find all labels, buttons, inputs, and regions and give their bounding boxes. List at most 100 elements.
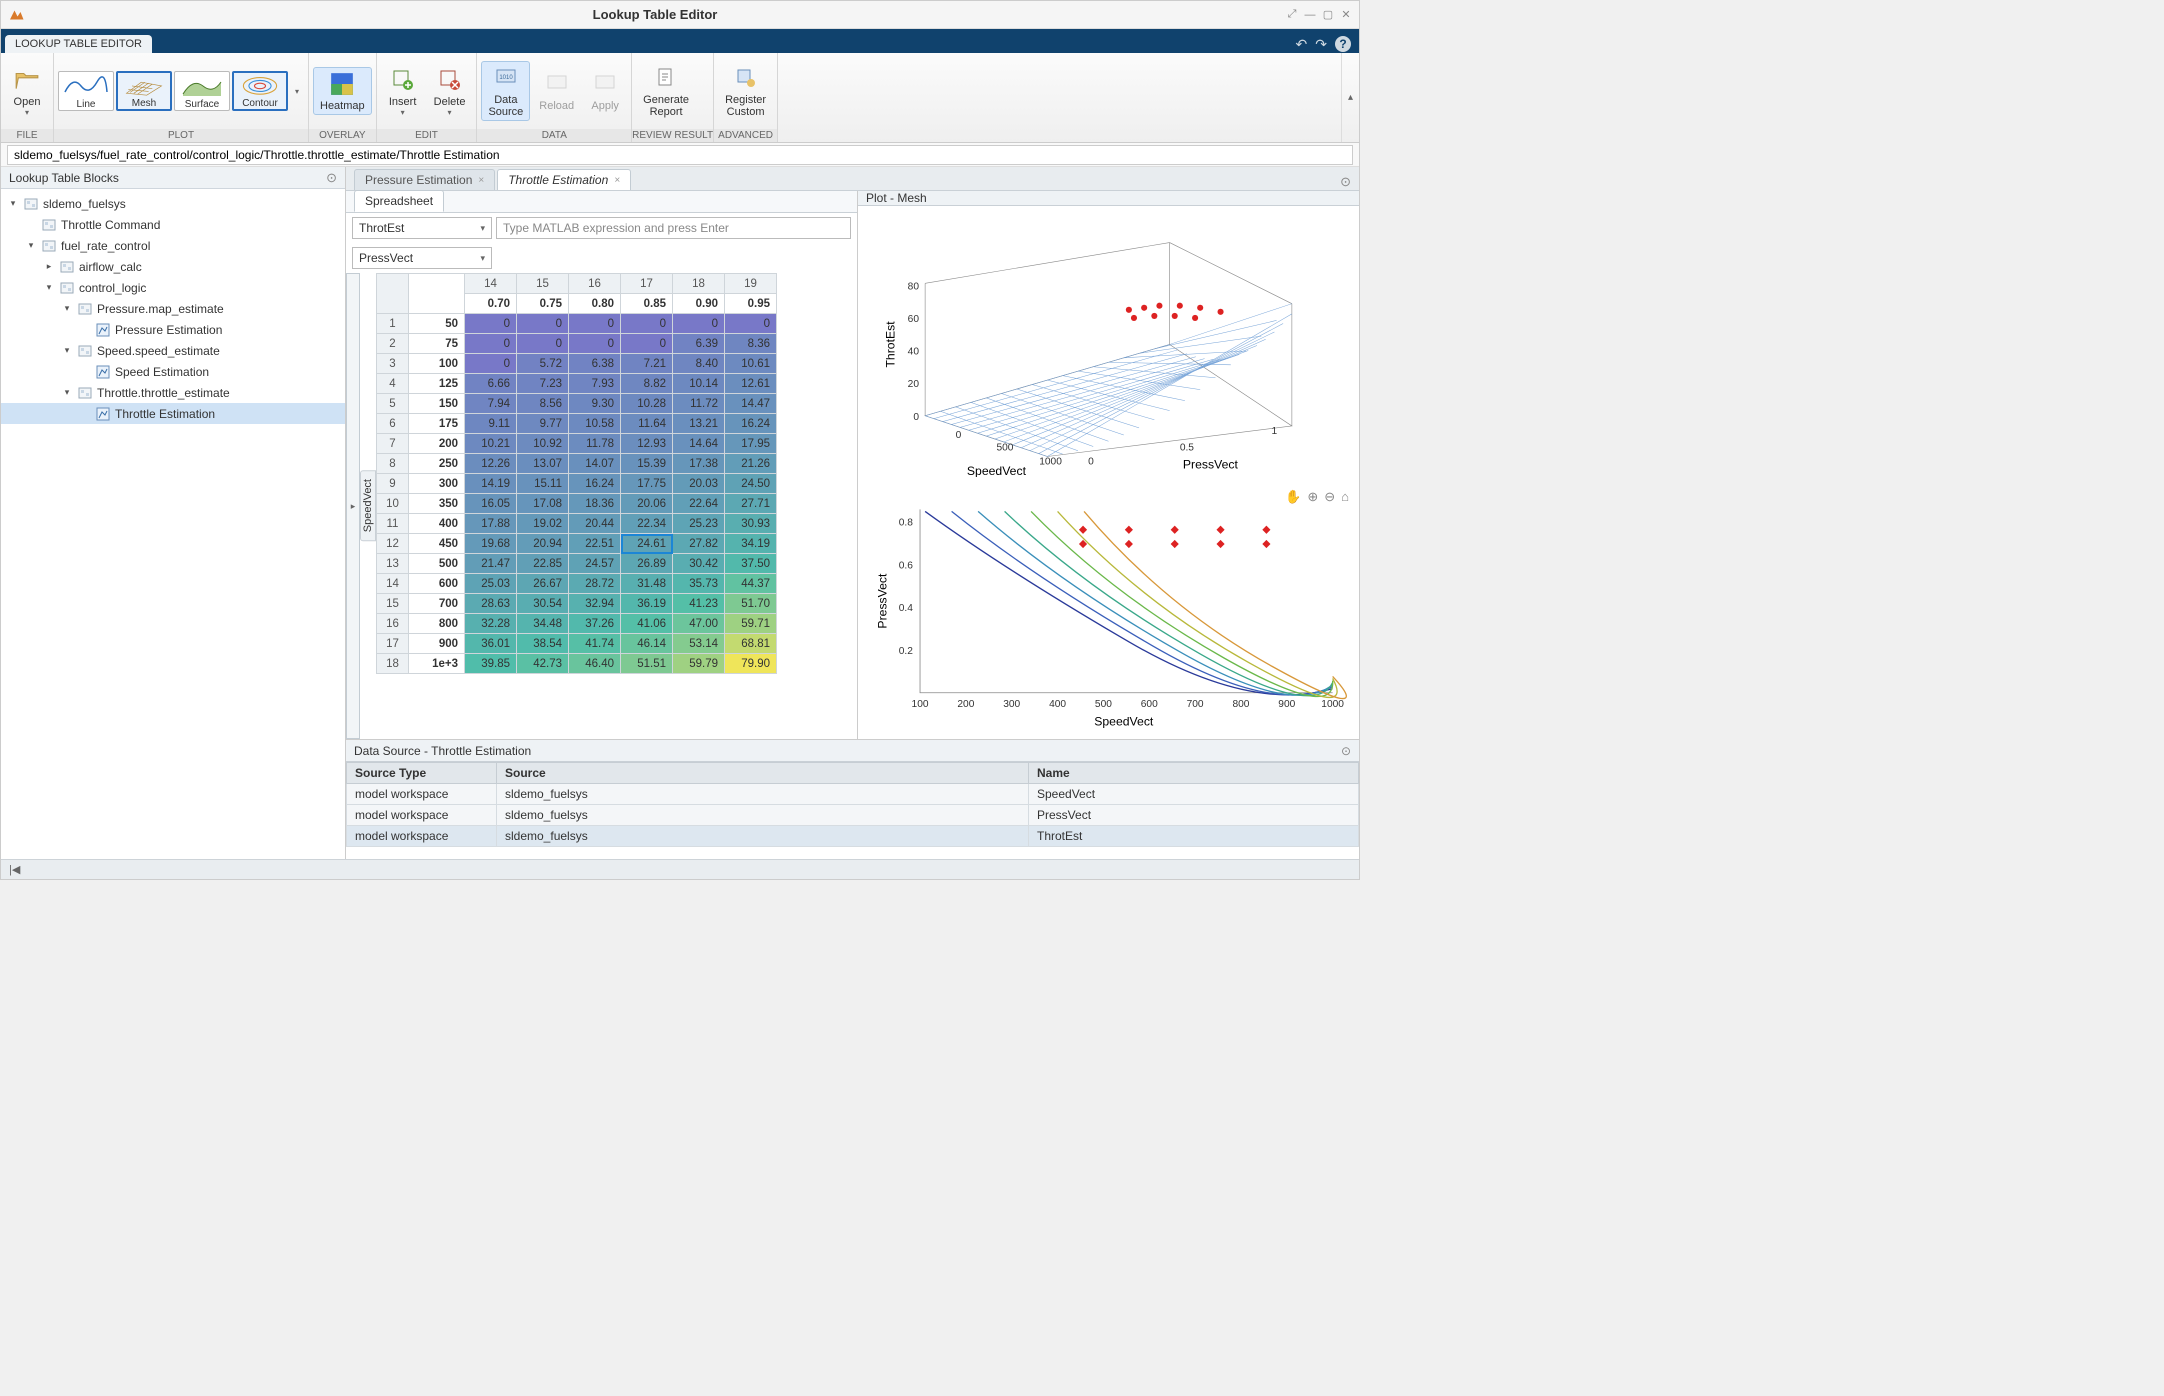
row-index-header[interactable]: 1 xyxy=(377,314,409,334)
window-close-icon[interactable]: ✕ xyxy=(1339,8,1353,22)
row-breakpoint[interactable]: 125 xyxy=(409,374,465,394)
table-cell[interactable]: 30.54 xyxy=(517,594,569,614)
col-index-header[interactable]: 15 xyxy=(517,274,569,294)
table-cell[interactable]: 5.72 xyxy=(517,354,569,374)
row-breakpoint[interactable]: 100 xyxy=(409,354,465,374)
table-cell[interactable]: 14.19 xyxy=(465,474,517,494)
row-breakpoint[interactable]: 200 xyxy=(409,434,465,454)
table-cell[interactable]: 9.77 xyxy=(517,414,569,434)
tree-node[interactable]: Speed Estimation xyxy=(1,361,345,382)
ribbon-collapse-button[interactable]: ▴ xyxy=(1341,53,1359,142)
row-breakpoint[interactable]: 300 xyxy=(409,474,465,494)
table-cell[interactable]: 34.19 xyxy=(725,534,777,554)
ds-row[interactable]: model workspacesldemo_fuelsysThrotEst xyxy=(347,826,1359,847)
table-cell[interactable]: 16.05 xyxy=(465,494,517,514)
ribbon-tab-lookup[interactable]: LOOKUP TABLE EDITOR xyxy=(5,35,152,53)
tree-caret-icon[interactable]: ▾ xyxy=(7,198,19,209)
tree-caret-icon[interactable]: ▾ xyxy=(61,345,73,356)
col-breakpoint[interactable]: 0.95 xyxy=(725,294,777,314)
contour-plot[interactable]: 10020030040050060070080090010000.20.40.6… xyxy=(864,489,1353,734)
table-cell[interactable]: 59.79 xyxy=(673,654,725,674)
col-axis-combo[interactable]: PressVect▾ xyxy=(352,247,492,269)
table-cell[interactable]: 46.40 xyxy=(569,654,621,674)
col-breakpoint[interactable]: 0.75 xyxy=(517,294,569,314)
table-cell[interactable]: 9.11 xyxy=(465,414,517,434)
table-cell[interactable]: 47.00 xyxy=(673,614,725,634)
row-index-header[interactable]: 14 xyxy=(377,574,409,594)
tree-node[interactable]: Throttle Estimation xyxy=(1,403,345,424)
table-cell[interactable]: 24.57 xyxy=(569,554,621,574)
table-cell[interactable]: 20.94 xyxy=(517,534,569,554)
tab-pressure-estimation[interactable]: Pressure Estimation× xyxy=(354,169,495,190)
help-icon[interactable]: ? xyxy=(1335,36,1351,52)
table-cell[interactable]: 10.28 xyxy=(621,394,673,414)
nav-back-icon[interactable]: |◀ xyxy=(9,863,20,876)
table-cell[interactable]: 42.73 xyxy=(517,654,569,674)
ds-header-type[interactable]: Source Type xyxy=(347,763,497,784)
table-cell[interactable]: 15.39 xyxy=(621,454,673,474)
data-source-button[interactable]: 1010 Data Source xyxy=(481,61,530,121)
table-cell[interactable]: 0 xyxy=(517,334,569,354)
table-cell[interactable]: 16.24 xyxy=(569,474,621,494)
breadcrumb-path-input[interactable] xyxy=(7,145,1353,165)
table-cell[interactable]: 59.71 xyxy=(725,614,777,634)
spreadsheet-tab[interactable]: Spreadsheet xyxy=(354,190,444,212)
table-cell[interactable]: 37.26 xyxy=(569,614,621,634)
window-restore-icon[interactable]: ⤢ xyxy=(1285,8,1299,22)
table-cell[interactable]: 6.39 xyxy=(673,334,725,354)
col-index-header[interactable]: 17 xyxy=(621,274,673,294)
table-cell[interactable]: 17.95 xyxy=(725,434,777,454)
table-cell[interactable]: 21.26 xyxy=(725,454,777,474)
table-cell[interactable]: 14.47 xyxy=(725,394,777,414)
table-cell[interactable]: 46.14 xyxy=(621,634,673,654)
row-breakpoint[interactable]: 150 xyxy=(409,394,465,414)
close-tab-icon[interactable]: × xyxy=(478,175,484,186)
col-index-header[interactable]: 16 xyxy=(569,274,621,294)
table-cell[interactable]: 10.61 xyxy=(725,354,777,374)
table-cell[interactable]: 10.58 xyxy=(569,414,621,434)
table-cell[interactable]: 22.85 xyxy=(517,554,569,574)
table-cell[interactable]: 12.93 xyxy=(621,434,673,454)
table-cell[interactable]: 32.94 xyxy=(569,594,621,614)
table-cell[interactable]: 0 xyxy=(465,334,517,354)
row-index-header[interactable]: 13 xyxy=(377,554,409,574)
table-cell[interactable]: 14.07 xyxy=(569,454,621,474)
row-index-header[interactable]: 12 xyxy=(377,534,409,554)
ds-header-name[interactable]: Name xyxy=(1029,763,1359,784)
row-index-header[interactable]: 17 xyxy=(377,634,409,654)
row-index-header[interactable]: 11 xyxy=(377,514,409,534)
table-cell[interactable]: 17.08 xyxy=(517,494,569,514)
table-cell[interactable]: 0 xyxy=(621,314,673,334)
table-cell[interactable]: 18.36 xyxy=(569,494,621,514)
table-cell[interactable]: 31.48 xyxy=(621,574,673,594)
table-cell[interactable]: 17.75 xyxy=(621,474,673,494)
row-index-header[interactable]: 8 xyxy=(377,454,409,474)
table-cell[interactable]: 6.38 xyxy=(569,354,621,374)
plot-mesh-button[interactable]: Mesh xyxy=(116,71,172,111)
plot-contour-button[interactable]: Contour xyxy=(232,71,288,111)
table-cell[interactable]: 41.06 xyxy=(621,614,673,634)
table-cell[interactable]: 13.21 xyxy=(673,414,725,434)
table-cell[interactable]: 8.40 xyxy=(673,354,725,374)
col-index-header[interactable]: 14 xyxy=(465,274,517,294)
window-maximize-icon[interactable]: ▢ xyxy=(1321,8,1335,22)
table-cell[interactable]: 28.63 xyxy=(465,594,517,614)
redo-icon[interactable]: ↷ xyxy=(1315,36,1327,53)
table-cell[interactable]: 26.89 xyxy=(621,554,673,574)
table-cell[interactable]: 6.66 xyxy=(465,374,517,394)
undo-icon[interactable]: ↶ xyxy=(1296,36,1308,53)
row-index-header[interactable]: 15 xyxy=(377,594,409,614)
row-index-header[interactable]: 10 xyxy=(377,494,409,514)
tree-node[interactable]: ▾sldemo_fuelsys xyxy=(1,193,345,214)
row-index-header[interactable]: 6 xyxy=(377,414,409,434)
row-breakpoint[interactable]: 1e+3 xyxy=(409,654,465,674)
table-cell[interactable]: 11.78 xyxy=(569,434,621,454)
tree-caret-icon[interactable]: ▾ xyxy=(61,303,73,314)
table-cell[interactable]: 10.92 xyxy=(517,434,569,454)
row-breakpoint[interactable]: 175 xyxy=(409,414,465,434)
row-axis-label[interactable]: SpeedVect xyxy=(360,470,376,541)
table-cell[interactable]: 12.61 xyxy=(725,374,777,394)
row-index-header[interactable]: 3 xyxy=(377,354,409,374)
table-cell[interactable]: 25.23 xyxy=(673,514,725,534)
data-grid[interactable]: 1415161718190.700.750.800.850.900.951500… xyxy=(376,273,777,674)
